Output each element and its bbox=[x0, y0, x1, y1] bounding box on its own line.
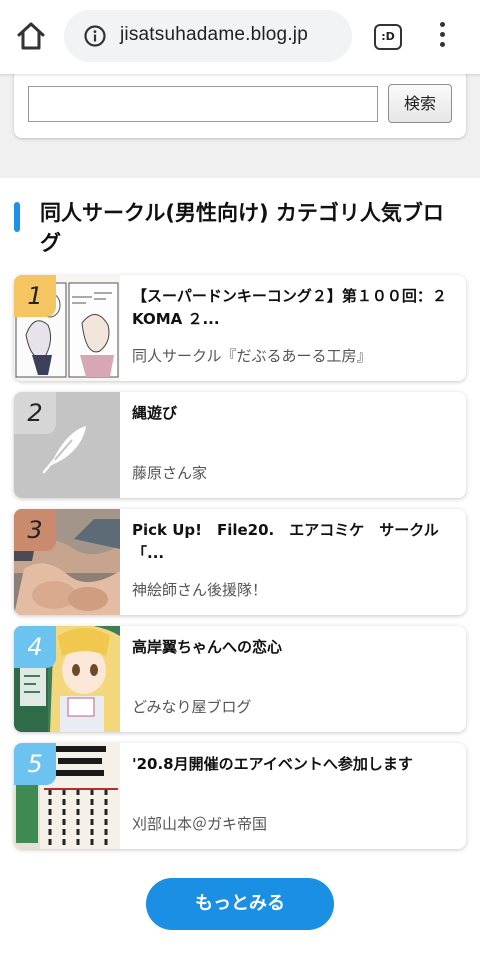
ranking-item[interactable]: 3 Pick Up! File20. エアコミケ サークル「... 神絵師さん後… bbox=[14, 509, 466, 615]
browser-toolbar: jisatsuhadame.blog.jp :D bbox=[0, 0, 480, 74]
blog-name: 神絵師さん後援隊！ bbox=[132, 581, 268, 599]
ranking-item[interactable]: 5 '20.8月開催のエアイベントへ参加します 刈部山本＠ガキ帝国 bbox=[14, 743, 466, 849]
thumbnail-anime-girl[interactable]: 4 bbox=[14, 626, 120, 732]
rank-badge: 1 bbox=[14, 275, 56, 317]
post-title[interactable]: 縄遊び bbox=[132, 402, 452, 425]
blog-name: 藤原さん家 bbox=[132, 464, 208, 482]
ranking-item[interactable]: 1 【スーパードンキーコング２】第１００回：２KOMA ２... 同人サークル『… bbox=[14, 275, 466, 381]
post-title[interactable]: 高岸翼ちゃんへの恋心 bbox=[132, 636, 452, 659]
rank-badge: 3 bbox=[14, 509, 56, 551]
thumbnail-placeholder[interactable]: 2 bbox=[14, 392, 120, 498]
blog-name: 刈部山本＠ガキ帝国 bbox=[132, 815, 268, 833]
thumbnail-book-cover[interactable]: 5 bbox=[14, 743, 120, 849]
info-icon[interactable] bbox=[84, 25, 106, 47]
post-title[interactable]: Pick Up! File20. エアコミケ サークル「... bbox=[132, 519, 452, 565]
see-more-button[interactable]: もっとみる bbox=[146, 878, 334, 930]
ranking-item[interactable]: 4 高岸翼ちゃんへの恋心 どみなり屋ブログ bbox=[14, 626, 466, 732]
post-title[interactable]: '20.8月開催のエアイベントへ参加します bbox=[132, 753, 452, 776]
thumbnail-manga-image[interactable]: 1 bbox=[14, 275, 120, 381]
post-title[interactable]: 【スーパードンキーコング２】第１００回：２KOMA ２... bbox=[132, 285, 452, 331]
thumbnail-illustration[interactable]: 3 bbox=[14, 509, 120, 615]
rank-badge: 2 bbox=[14, 392, 56, 434]
category-ranking: 同人サークル(男性向け) カテゴリ人気ブログ 1 【スーパードンキーコング２】第… bbox=[0, 178, 480, 959]
title-accent-bar bbox=[14, 202, 20, 232]
rank-badge: 4 bbox=[14, 626, 56, 668]
rank-badge: 5 bbox=[14, 743, 56, 785]
home-icon[interactable] bbox=[14, 19, 48, 53]
blog-name: どみなり屋ブログ bbox=[132, 698, 252, 716]
tab-switcher-button[interactable]: :D bbox=[374, 24, 402, 50]
address-bar[interactable]: jisatsuhadame.blog.jp bbox=[64, 10, 352, 62]
url-text[interactable]: jisatsuhadame.blog.jp bbox=[120, 24, 308, 46]
search-panel: 検索 bbox=[14, 66, 466, 138]
search-input[interactable] bbox=[28, 86, 378, 122]
blog-name: 同人サークル『だぶるあーる工房』 bbox=[132, 347, 372, 365]
ranking-item[interactable]: 2 縄遊び 藤原さん家 bbox=[14, 392, 466, 498]
section-title: 同人サークル(男性向け) カテゴリ人気ブログ bbox=[40, 201, 444, 255]
more-menu-icon[interactable] bbox=[436, 22, 448, 52]
search-button[interactable]: 検索 bbox=[388, 84, 452, 123]
